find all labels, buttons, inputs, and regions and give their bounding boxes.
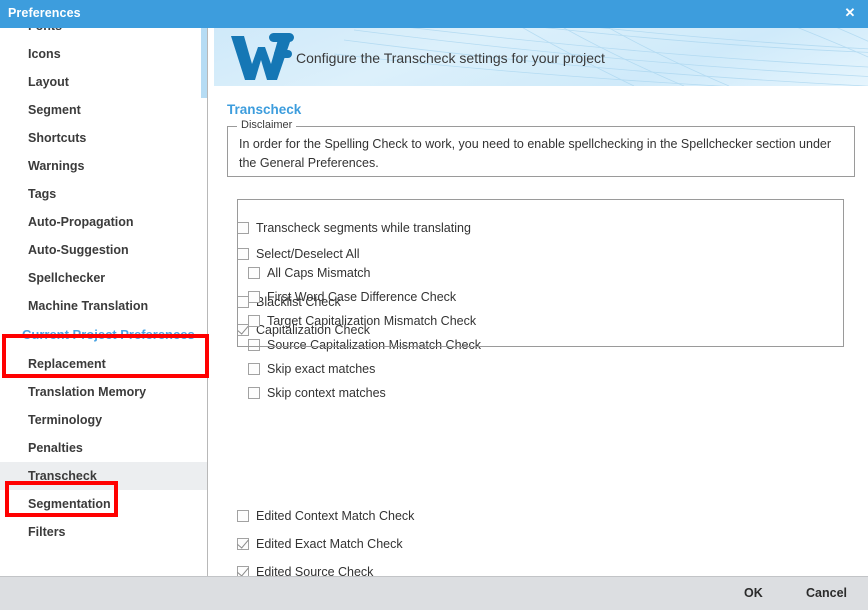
sidebar-scrollbar[interactable] <box>201 28 207 576</box>
ok-button[interactable]: OK <box>744 586 763 600</box>
sidebar-scrollbar-thumb[interactable] <box>201 28 207 98</box>
sidebar-item-label: Layout <box>28 75 69 89</box>
checkbox-label: Edited Source Check <box>256 564 374 576</box>
checkbox-unchecked-icon[interactable] <box>248 362 260 375</box>
sidebar-item-filters[interactable]: Filters <box>0 518 207 546</box>
sidebar-item-auto-suggestion[interactable]: Auto-Suggestion <box>0 236 207 264</box>
sidebar-item-shortcuts[interactable]: Shortcuts <box>0 124 207 152</box>
checkbox-checked-icon[interactable] <box>237 537 249 550</box>
sidebar-item-label: Transcheck <box>28 469 97 483</box>
sidebar-item-label: Spellchecker <box>28 271 106 285</box>
sidebar-item-label: Segmentation <box>28 497 111 511</box>
checkbox-unchecked-icon[interactable] <box>248 386 260 399</box>
panel-banner: Configure the Transcheck settings for yo… <box>214 28 868 86</box>
sidebar-item-label: Penalties <box>28 441 83 455</box>
sidebar-item-tags[interactable]: Tags <box>0 180 207 208</box>
sidebar-list: Fonts Icons Layout Segment Shortcuts Warnings… <box>0 28 207 546</box>
sidebar-item-transcheck[interactable]: Transcheck <box>0 462 207 490</box>
sidebar-item-label: Warnings <box>28 159 85 173</box>
sidebar-item-label: Translation Memory <box>28 385 147 399</box>
sidebar-item-label: Machine Translation <box>28 299 149 313</box>
dialog-footer: OK Cancel <box>0 576 868 610</box>
sidebar-item-label: Segment <box>28 103 81 117</box>
close-icon[interactable]: ✕ <box>842 5 858 21</box>
window-title: Preferences <box>8 6 81 20</box>
trailing-option-1[interactable]: Edited Exact Match Check <box>237 535 403 553</box>
cancel-button[interactable]: Cancel <box>806 586 847 600</box>
trailing-option-0[interactable]: Edited Context Match Check <box>237 507 414 525</box>
sidebar-item-segmentation[interactable]: Segmentation <box>0 490 207 518</box>
disclaimer-legend: Disclaimer <box>237 119 297 131</box>
disclaimer-fieldset: Disclaimer In order for the Spelling Che… <box>227 119 855 177</box>
sidebar-item-label: Icons <box>28 47 61 61</box>
title-bar: Preferences ✕ <box>0 0 868 28</box>
sidebar-item-terminology[interactable]: Terminology <box>0 406 207 434</box>
main-panel: Configure the Transcheck settings for yo… <box>214 28 868 576</box>
sidebar-item-label: Auto-Propagation <box>28 215 134 229</box>
sidebar-item-label: Filters <box>28 525 66 539</box>
trailing-option-2[interactable]: Edited Source Check <box>237 563 373 576</box>
sidebar-item-penalties[interactable]: Penalties <box>0 434 207 462</box>
sidebar-item-translation-memory[interactable]: Translation Memory <box>0 378 207 406</box>
page-title: Transcheck <box>227 102 302 117</box>
preferences-dialog: Preferences ✕ Fonts Icons Layout Segment Sho… <box>0 0 868 610</box>
wordfast-wf-logo <box>231 33 294 80</box>
capitalization-subgroup-box <box>237 199 844 347</box>
sidebar-item-label: Fonts <box>28 28 62 33</box>
banner-caption: Configure the Transcheck settings for yo… <box>296 50 605 66</box>
sidebar-item-label: Current Project Preferences <box>22 327 195 342</box>
capitalization-subcheck-4[interactable]: Skip exact matches <box>248 360 375 378</box>
capitalization-subcheck-5[interactable]: Skip context matches <box>248 384 386 402</box>
checkbox-label: Skip exact matches <box>267 361 376 376</box>
sidebar-item-auto-propagation[interactable]: Auto-Propagation <box>0 208 207 236</box>
sidebar-item-label: Terminology <box>28 413 103 427</box>
checkbox-label: Edited Context Match Check <box>256 508 415 523</box>
sidebar-item-label: Auto-Suggestion <box>28 243 129 257</box>
sidebar-item-spellchecker[interactable]: Spellchecker <box>0 264 207 292</box>
sidebar-item-machine-translation[interactable]: Machine Translation <box>0 292 207 320</box>
checkbox-checked-icon[interactable] <box>237 565 249 576</box>
sidebar-item-fonts[interactable]: Fonts <box>0 28 207 40</box>
sidebar: Fonts Icons Layout Segment Shortcuts Warnings… <box>0 28 208 576</box>
checkbox-label: Skip context matches <box>267 385 386 400</box>
sidebar-item-label: Shortcuts <box>28 131 87 145</box>
checkbox-label: Edited Exact Match Check <box>256 536 403 551</box>
sidebar-item-replacement[interactable]: Replacement <box>0 350 207 378</box>
checkbox-unchecked-icon[interactable] <box>237 509 249 522</box>
sidebar-item-label: Tags <box>28 187 57 201</box>
sidebar-item-layout[interactable]: Layout <box>0 68 207 96</box>
sidebar-item-label: Replacement <box>28 357 106 371</box>
sidebar-item-warnings[interactable]: Warnings <box>0 152 207 180</box>
sidebar-item-segment[interactable]: Segment <box>0 96 207 124</box>
sidebar-item-current-project-preferences[interactable]: Current Project Preferences <box>0 320 207 350</box>
disclaimer-text: In order for the Spelling Check to work,… <box>239 137 832 170</box>
sidebar-item-icons[interactable]: Icons <box>0 40 207 68</box>
